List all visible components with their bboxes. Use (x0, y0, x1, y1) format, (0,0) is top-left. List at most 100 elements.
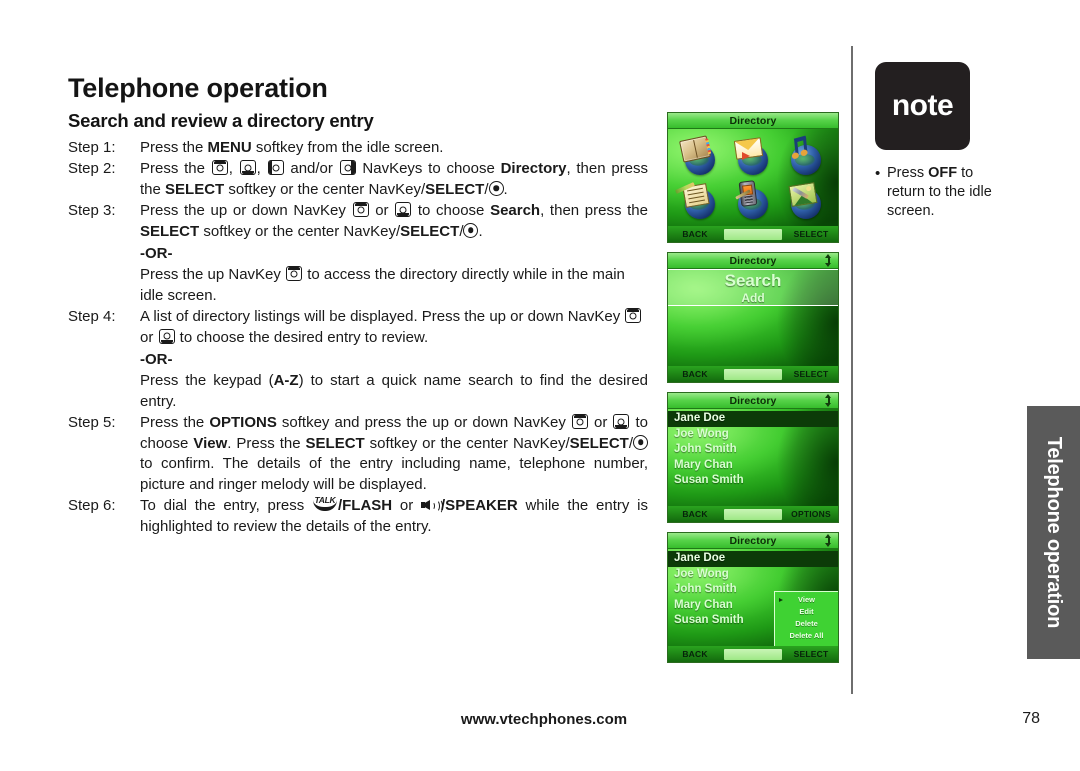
softkey-back[interactable]: BACK (668, 509, 722, 519)
select-center-label: SELECT (400, 222, 460, 240)
list-item[interactable]: Jane Doe (668, 411, 838, 427)
view-label: View (193, 434, 228, 452)
step-1: Step 1: Press the MENU softkey from the … (68, 138, 648, 159)
step-3-text-b: to choose (412, 202, 491, 220)
screen-directory-submenu: Directory Search Add BACK SELECT (667, 252, 839, 383)
step-4-alt: Press the keypad (A-Z) to start a quick … (140, 371, 648, 412)
notepad-pencil-icon[interactable] (673, 178, 726, 223)
page-title: Telephone operation (68, 73, 328, 103)
popup-item-delete-all[interactable]: Delete All (775, 630, 838, 642)
step-2-label: Step 2: (68, 160, 116, 178)
navkey-up-icon (211, 160, 228, 176)
step-5-label: Step 5: (68, 414, 116, 432)
select-softkey-label: SELECT (165, 180, 225, 198)
navkey-right-icon (339, 160, 356, 176)
navkey-down-icon (613, 414, 630, 430)
popup-item-view[interactable]: View (775, 594, 838, 606)
screen-1-title: Directory (729, 114, 777, 127)
center-select-key-icon (463, 222, 479, 238)
step-5-text-f: to confirm. The details of the entry inc… (140, 455, 648, 493)
step-3-or-1: or (369, 202, 395, 220)
step-3-period: . (478, 222, 483, 240)
list-item[interactable]: Mary Chan (668, 458, 838, 474)
directory-label: Directory (500, 160, 567, 178)
step-5-body: Press the OPTIONS softkey and press the … (140, 413, 648, 495)
step-2-text-c: NavKeys to choose (356, 160, 501, 178)
section-title: Search and review a directory entry (68, 109, 374, 131)
step-4-body: A list of directory listings will be dis… (140, 307, 648, 412)
step-1-text-a: Press the (140, 138, 208, 156)
phone-handset-icon[interactable] (726, 178, 779, 223)
talk-key-icon: TALK (312, 496, 338, 512)
or-divider: -OR- (140, 245, 173, 263)
side-tab-label: Telephone operation (1043, 436, 1065, 629)
step-3-text-a: Press the up or down NavKey (140, 202, 352, 220)
list-item[interactable]: John Smith (668, 442, 838, 458)
softkey-center[interactable] (724, 368, 782, 380)
step-5-or: or (588, 414, 613, 432)
softkey-select[interactable]: SELECT (784, 649, 838, 659)
select-softkey-label: SELECT (305, 434, 365, 452)
step-6-body: To dial the entry, press TALK/FLASH or /… (140, 496, 648, 537)
step-3-alt: Press the up NavKey to access the direct… (140, 265, 648, 306)
softkey-center[interactable] (724, 228, 782, 240)
screen-1-body (668, 129, 838, 226)
list-item[interactable]: Susan Smith (668, 473, 838, 489)
popup-item-edit[interactable]: Edit (775, 606, 838, 618)
submenu-list: Search Add (668, 269, 838, 306)
picture-settings-icon[interactable] (780, 178, 833, 223)
navkey-down-icon (158, 328, 175, 344)
menu-item-search[interactable]: Search (668, 271, 838, 291)
list-item[interactable]: Joe Wong (668, 427, 838, 443)
screen-1-title-bar: Directory (668, 113, 838, 129)
step-2-slash: / (484, 180, 489, 198)
step-6: Step 6: To dial the entry, press TALK/FL… (68, 496, 648, 537)
directory-book-icon[interactable] (673, 133, 726, 178)
chapter-side-tab: Telephone operation (1027, 406, 1080, 659)
scroll-updown-icon (824, 394, 833, 407)
options-softkey-label: OPTIONS (209, 414, 277, 432)
page-footer: www.vtechphones.com 78 (68, 710, 1040, 728)
scroll-updown-icon (824, 254, 833, 267)
navkey-up-icon (571, 414, 588, 430)
step-6-or: or (392, 497, 422, 515)
note-text-a: Press (887, 165, 929, 181)
step-4-text-b: to choose the desired entry to review. (175, 328, 429, 346)
softkey-select[interactable]: SELECT (784, 229, 838, 239)
select-center-label: SELECT (569, 434, 629, 452)
step-2-text-e: softkey or the center NavKey/ (224, 180, 426, 198)
envelope-mail-icon[interactable] (726, 133, 779, 178)
softkey-back[interactable]: BACK (668, 369, 722, 379)
navkey-left-icon (267, 160, 284, 176)
list-item[interactable]: Jane Doe (668, 551, 838, 567)
step-2-text-b: and/or (284, 160, 339, 178)
step-4-text-a: A list of directory listings will be dis… (140, 308, 625, 326)
popup-item-delete[interactable]: Delete (775, 618, 838, 630)
list-item[interactable]: Joe Wong (668, 567, 838, 583)
music-note-icon[interactable] (780, 133, 833, 178)
screen-3-softkey-bar: BACK OPTIONS (668, 506, 838, 522)
softkey-center[interactable] (724, 508, 782, 520)
note-bullet: • (875, 165, 881, 182)
keypad-az-label: A-Z (273, 372, 299, 390)
navkey-up-icon (286, 266, 303, 282)
navkey-up-icon (625, 308, 642, 324)
step-4-alt-text-a: Press the keypad ( (140, 372, 274, 390)
softkey-center[interactable] (724, 648, 782, 660)
menu-icon-grid (668, 129, 838, 226)
step-1-body: Press the MENU softkey from the idle scr… (140, 138, 648, 159)
screen-directory-list: Directory Jane Doe Joe Wong John Smith M… (667, 392, 839, 523)
softkey-options[interactable]: OPTIONS (784, 509, 838, 519)
menu-item-add[interactable]: Add (668, 291, 838, 306)
screen-3-title: Directory (729, 394, 777, 407)
navkey-down-icon (239, 160, 256, 176)
softkey-select[interactable]: SELECT (784, 369, 838, 379)
screen-4-softkey-bar: BACK SELECT (668, 646, 838, 662)
step-5: Step 5: Press the OPTIONS softkey and pr… (68, 413, 648, 495)
footer-page-number: 78 (1022, 710, 1040, 727)
step-2-text-a: Press the (140, 160, 211, 178)
footer-website-url: www.vtechphones.com (460, 710, 628, 728)
softkey-back[interactable]: BACK (668, 229, 722, 239)
softkey-back[interactable]: BACK (668, 649, 722, 659)
menu-softkey-label: MENU (207, 138, 252, 156)
